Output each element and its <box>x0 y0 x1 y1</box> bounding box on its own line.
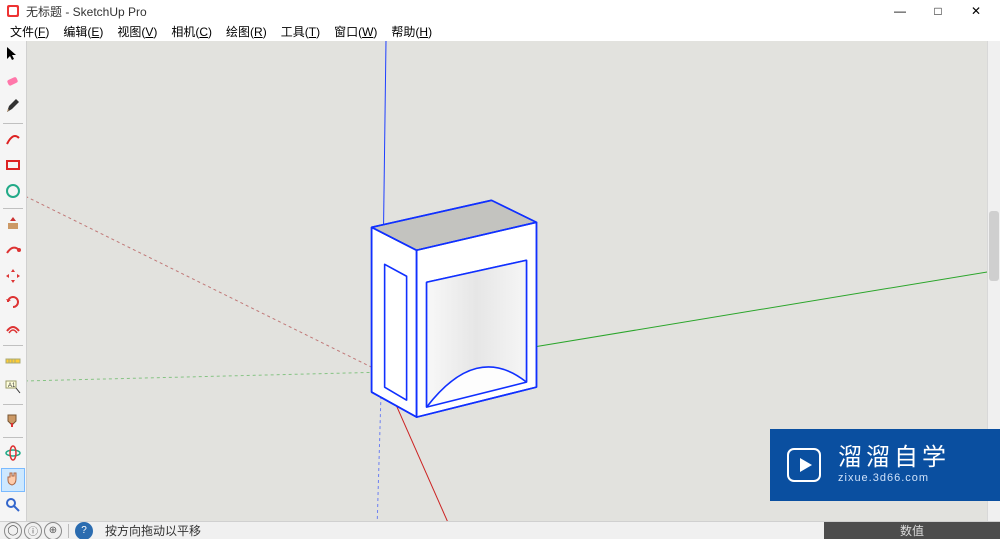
maximize-button[interactable]: □ <box>920 0 956 22</box>
paint-tool[interactable] <box>1 409 25 433</box>
menu-e[interactable]: 编辑(E) <box>57 22 109 41</box>
rect-icon <box>4 156 22 177</box>
pan-tool[interactable] <box>1 468 25 492</box>
measurement-box[interactable]: 数值 <box>824 522 1000 539</box>
text-icon: A1 <box>4 378 22 399</box>
menu-h[interactable]: 帮助(H) <box>385 22 438 41</box>
toolbar-separator <box>3 437 23 438</box>
arc-icon <box>4 130 22 151</box>
pencil-icon <box>4 97 22 118</box>
text-tool[interactable]: A1 <box>1 376 25 400</box>
menu-v[interactable]: 视图(V) <box>111 22 163 41</box>
status-user-icon[interactable]: ◯ <box>4 522 22 539</box>
status-separator <box>68 524 69 538</box>
viewport[interactable]: 溜溜自学 zixue.3d66.com <box>27 41 1000 521</box>
toolbar-separator <box>3 208 23 209</box>
window-controls: — □ ✕ <box>882 0 994 22</box>
window-title: 无标题 - SketchUp Pro <box>26 3 882 20</box>
watermark-url: zixue.3d66.com <box>838 472 950 485</box>
select-tool[interactable] <box>1 43 25 67</box>
status-info-icon[interactable]: ⓘ <box>24 522 42 539</box>
status-hint: 按方向拖动以平移 <box>105 522 201 539</box>
circle-tool[interactable] <box>1 180 25 204</box>
pushpull-icon <box>4 215 22 236</box>
eraser-icon <box>4 71 22 92</box>
tape-icon <box>4 352 22 373</box>
menu-bar: 文件(F)编辑(E)视图(V)相机(C)绘图(R)工具(T)窗口(W)帮助(H) <box>0 22 1000 41</box>
orbit-tool[interactable] <box>1 442 25 466</box>
followme-tool[interactable] <box>1 239 25 263</box>
minimize-button[interactable]: — <box>882 0 918 22</box>
window: 无标题 - SketchUp Pro — □ ✕ 文件(F)编辑(E)视图(V)… <box>0 0 1000 539</box>
toolbar-separator <box>3 345 23 346</box>
eraser-tool[interactable] <box>1 69 25 93</box>
title-bar: 无标题 - SketchUp Pro — □ ✕ <box>0 0 1000 22</box>
pan-icon <box>4 470 22 491</box>
menu-w[interactable]: 窗口(W) <box>328 22 383 41</box>
scrollbar-thumb[interactable] <box>989 211 999 281</box>
follow-icon <box>4 241 22 262</box>
circle-icon <box>4 182 22 203</box>
orbit-icon <box>4 444 22 465</box>
rectangle-tool[interactable] <box>1 154 25 178</box>
watermark-title: 溜溜自学 <box>838 444 950 473</box>
arrow-icon <box>4 45 22 66</box>
menu-f[interactable]: 文件(F) <box>4 22 55 41</box>
app-icon <box>6 4 20 18</box>
zoom-tool[interactable] <box>1 494 25 518</box>
rotate-tool[interactable] <box>1 291 25 315</box>
offset-icon <box>4 319 22 340</box>
menu-r[interactable]: 绘图(R) <box>220 22 273 41</box>
zoom-icon <box>4 496 22 517</box>
pushpull-tool[interactable] <box>1 213 25 237</box>
menu-t[interactable]: 工具(T) <box>275 22 326 41</box>
offset-tool[interactable] <box>1 317 25 341</box>
svg-text:A1: A1 <box>8 383 16 389</box>
status-help-icon[interactable]: ? <box>75 522 93 539</box>
status-bar: ◯ ⓘ ⊕ ? 按方向拖动以平移 数值 <box>0 521 1000 539</box>
toolbar-separator <box>3 123 23 124</box>
menu-c[interactable]: 相机(C) <box>165 22 218 41</box>
arc-tool[interactable] <box>1 128 25 152</box>
rotate-icon <box>4 293 22 314</box>
status-geo-icon[interactable]: ⊕ <box>44 522 62 539</box>
watermark-banner: 溜溜自学 zixue.3d66.com <box>770 429 1000 501</box>
toolbar: A1 <box>0 41 27 521</box>
toolbar-separator <box>3 404 23 405</box>
watermark-play-icon <box>770 445 838 485</box>
close-button[interactable]: ✕ <box>958 0 994 22</box>
move-tool[interactable] <box>1 265 25 289</box>
main-area: A1 <box>0 41 1000 521</box>
status-icons: ◯ ⓘ ⊕ ? <box>0 522 97 539</box>
line-tool[interactable] <box>1 95 25 119</box>
tape-tool[interactable] <box>1 350 25 374</box>
paint-icon <box>4 411 22 432</box>
measurement-label: 数值 <box>900 522 924 539</box>
move-icon <box>4 267 22 288</box>
